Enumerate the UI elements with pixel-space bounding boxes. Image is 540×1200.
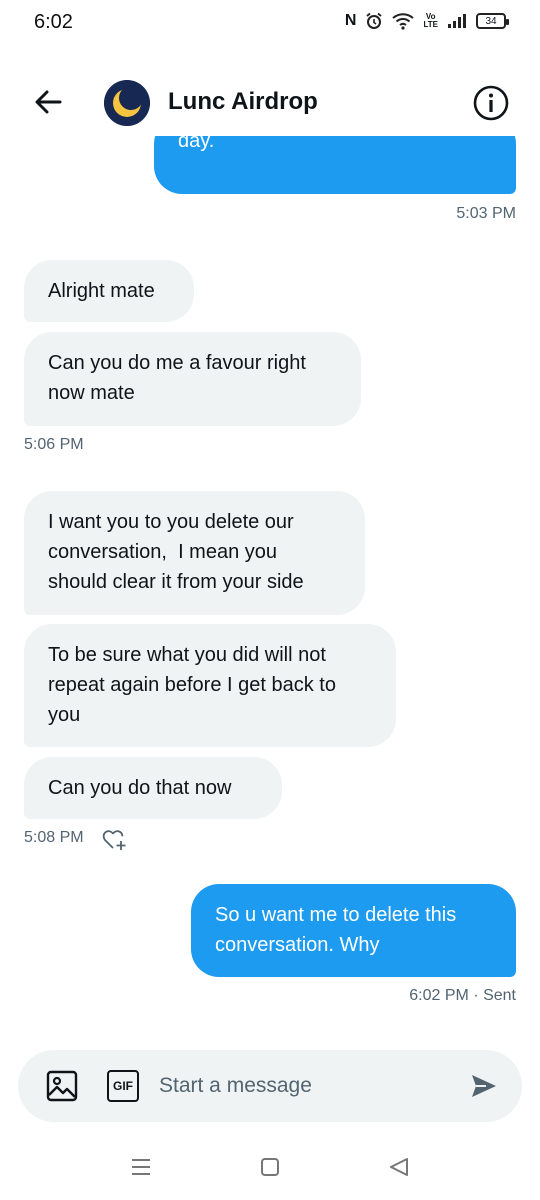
message-line: So u want me to delete this	[215, 904, 457, 926]
message-input[interactable]: Start a message	[159, 1074, 312, 1098]
nfc-icon: N	[344, 12, 357, 29]
message-line: Can you do me a favour right	[48, 352, 306, 374]
message-line: conversation, I mean you	[48, 541, 278, 563]
send-button[interactable]	[470, 1072, 498, 1105]
message-composer: GIF Start a message	[18, 1050, 522, 1122]
signal-icon	[447, 13, 467, 29]
conversation-header: Lunc Airdrop	[0, 70, 540, 136]
info-icon	[473, 85, 509, 121]
home-square-icon[interactable]	[259, 1156, 281, 1183]
message-text: Can you do that now	[48, 777, 232, 799]
message-line: To be sure what you did will not	[48, 644, 326, 666]
menu-icon[interactable]	[130, 1156, 152, 1183]
status-time: 6:02	[34, 11, 73, 33]
message-line: repeat again before I get back to	[48, 674, 336, 696]
gif-button[interactable]: GIF	[107, 1070, 139, 1102]
terra-luna-logo-icon	[104, 80, 150, 126]
message-line: you	[48, 704, 81, 726]
volte-icon: Vo LTE	[423, 13, 438, 29]
message-bubble-received[interactable]: To be sure what you did will not repeat …	[24, 624, 396, 747]
message-line: I want you to you delete our	[48, 511, 294, 533]
alarm-icon	[365, 12, 383, 30]
message-bubble-sent[interactable]: So u want me to delete this conversation…	[191, 884, 516, 977]
system-nav-bar	[0, 1140, 540, 1200]
gif-label: GIF	[113, 1079, 133, 1093]
conversation-title[interactable]: Lunc Airdrop	[168, 88, 318, 116]
gif-icon: GIF	[107, 1070, 139, 1102]
message-line: conversation. Why	[215, 934, 380, 956]
message-list[interactable]: day. 5:03 PM Alright mate Can you do me …	[0, 136, 540, 1036]
image-icon	[46, 1070, 78, 1102]
message-bubble-sent[interactable]: day.	[154, 136, 516, 194]
status-icons: N Vo LTE 34	[344, 12, 509, 30]
avatar[interactable]	[104, 80, 150, 126]
heart-add-icon[interactable]	[101, 826, 129, 854]
info-button[interactable]	[472, 84, 510, 122]
image-button[interactable]	[46, 1070, 78, 1107]
message-line: now mate	[48, 382, 135, 404]
message-timestamp: 5:08 PM	[24, 829, 84, 846]
message-bubble-received[interactable]: Can you do that now	[24, 757, 282, 819]
message-timestamp: 5:03 PM	[456, 205, 516, 222]
message-bubble-received[interactable]: Can you do me a favour right now mate	[24, 332, 361, 426]
message-text: day.	[178, 136, 215, 152]
battery-icon: 34	[476, 13, 509, 29]
volte-bottom: LTE	[423, 20, 438, 29]
wifi-icon	[392, 12, 415, 30]
arrow-left-icon	[35, 90, 62, 114]
message-timestamp: 5:06 PM	[24, 436, 84, 453]
message-bubble-received[interactable]: Alright mate	[24, 260, 194, 322]
message-text: Alright mate	[48, 280, 155, 302]
back-button[interactable]	[30, 84, 66, 120]
message-line: should clear it from your side	[48, 571, 304, 593]
send-icon	[472, 1075, 496, 1097]
status-bar: 6:02 N Vo LTE 34	[0, 0, 540, 48]
back-triangle-icon[interactable]	[388, 1156, 410, 1183]
message-bubble-received[interactable]: I want you to you delete our conversatio…	[24, 491, 365, 615]
message-status: 6:02 PM · Sent	[409, 987, 516, 1004]
